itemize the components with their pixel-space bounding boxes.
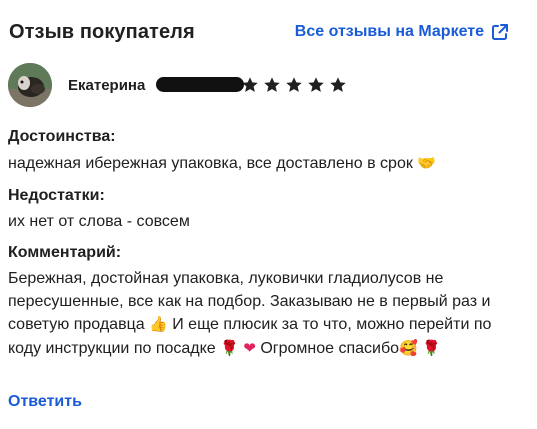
all-reviews-link[interactable]: Все отзывы на Маркете xyxy=(295,23,509,41)
author-name: Екатерина xyxy=(68,76,146,94)
star-icon xyxy=(330,77,347,92)
cons-section: Недостатки: их нет от слова - совсем xyxy=(8,186,517,234)
cons-label: Недостатки: xyxy=(8,187,105,204)
rating-stars xyxy=(241,76,347,94)
comment-section: Комментарий: Бережная, достойная упаковк… xyxy=(8,243,517,360)
heart-emoji-icon: ❤ xyxy=(243,338,256,357)
review-header: Отзыв покупателя Все отзывы на Маркете xyxy=(9,18,509,46)
star-icon xyxy=(308,77,325,92)
pros-text-body: надежная ибережная упаковка, все доставл… xyxy=(8,155,413,172)
cons-text: их нет от слова - совсем xyxy=(8,213,190,230)
comment-label: Комментарий: xyxy=(8,244,122,261)
author-name-block: Екатерина xyxy=(68,74,244,96)
handshake-emoji-icon: 🤝 xyxy=(417,154,436,172)
star-icon xyxy=(264,77,281,92)
star-icon xyxy=(242,77,259,92)
page-title: Отзыв покупателя xyxy=(9,20,195,43)
pros-section: Достоинства: надежная ибережная упаковка… xyxy=(8,127,517,176)
pros-label: Достоинства: xyxy=(8,128,116,145)
star-icon xyxy=(286,77,303,92)
redaction-mark xyxy=(156,77,244,92)
avatar[interactable] xyxy=(8,63,52,107)
thumbs-up-emoji-icon: 👍 xyxy=(149,315,168,333)
pros-text: надежная ибережная упаковка, все доставл… xyxy=(8,152,517,176)
review-author: Екатерина xyxy=(8,63,347,107)
rose-emoji-icon: 🌹 xyxy=(220,338,239,357)
comment-text-part3: Огромное спасибо xyxy=(260,339,400,357)
reply-button[interactable]: Ответить xyxy=(8,393,82,411)
smiling-face-hearts-emoji-icon: 🥰 xyxy=(399,338,418,357)
rose-emoji-icon: 🌹 xyxy=(422,338,441,357)
comment-text: Бережная, достойная упаковка, луковички … xyxy=(8,268,517,360)
all-reviews-link-label: Все отзывы на Маркете xyxy=(294,23,484,40)
external-link-icon xyxy=(492,24,508,40)
